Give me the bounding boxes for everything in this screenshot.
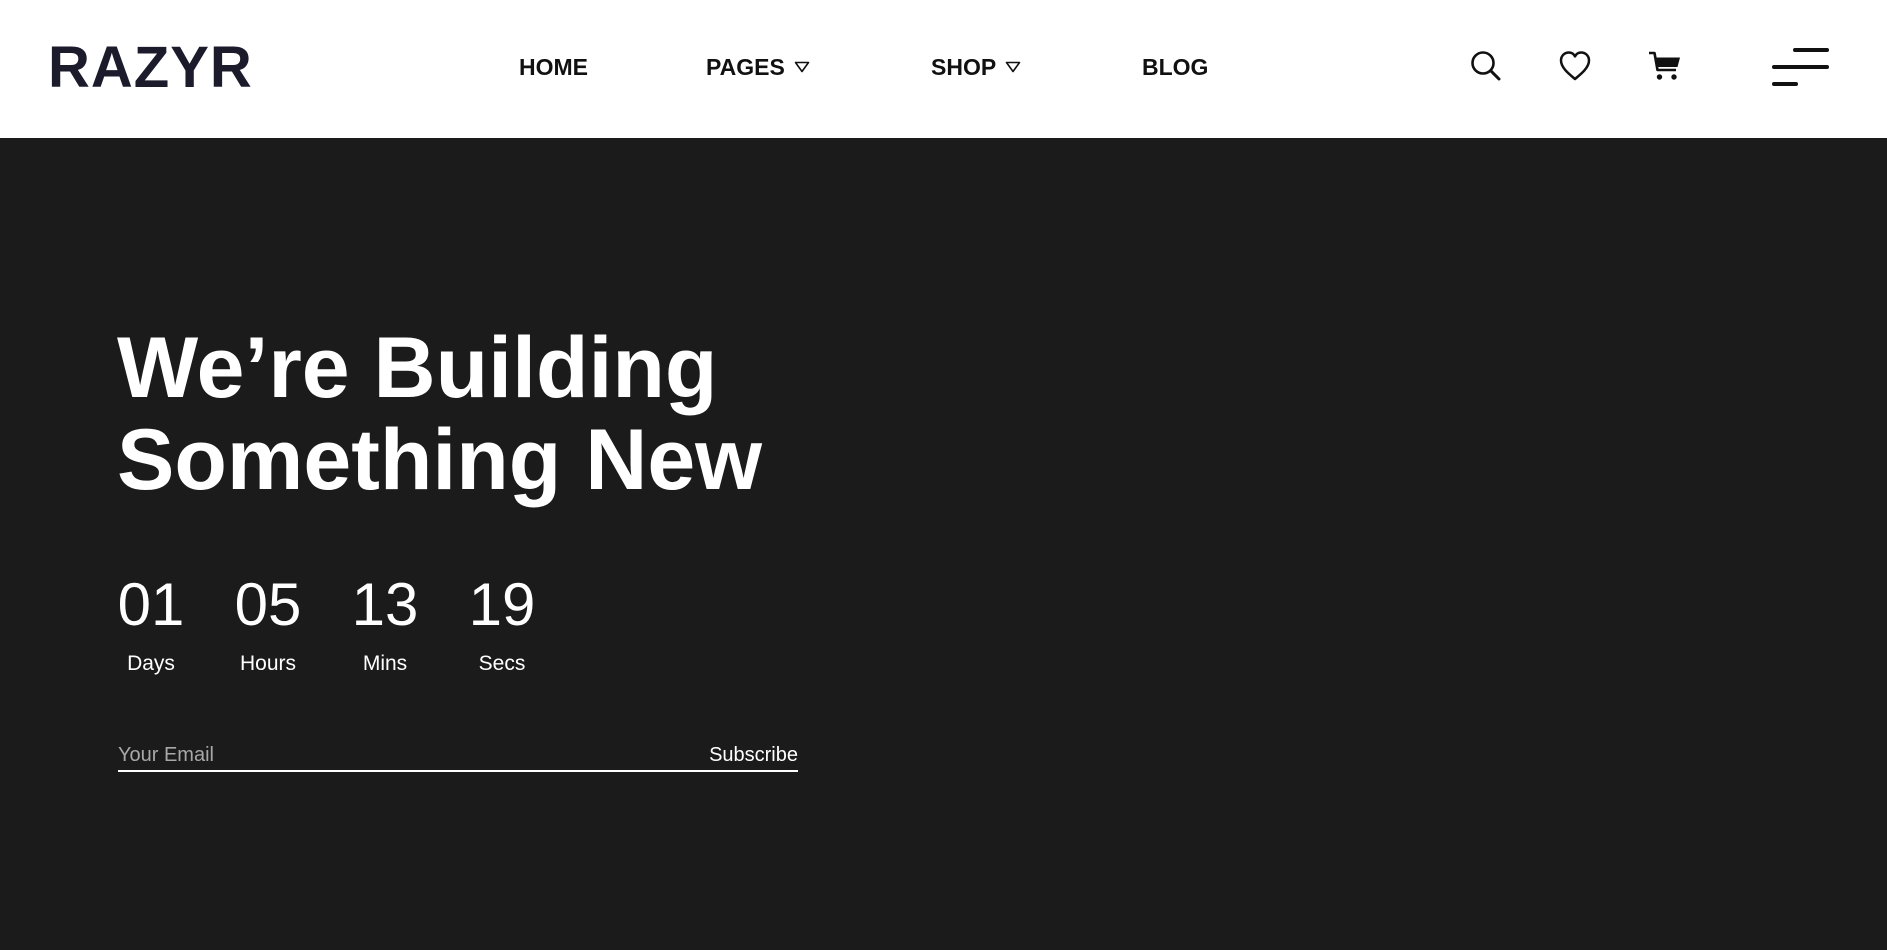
countdown-value: 19: [468, 571, 536, 638]
countdown-label: Hours: [239, 652, 297, 675]
countdown-days: 01 Days: [117, 570, 234, 677]
menu-icon[interactable]: [1769, 46, 1829, 90]
subscribe-form: Subscribe: [118, 740, 798, 772]
nav-item-pages[interactable]: PAGES: [706, 53, 810, 81]
countdown-timer: 01 Days 05 Hours 13 Mins 19 Secs: [117, 570, 585, 677]
headline-line: Something New: [117, 412, 763, 508]
search-icon[interactable]: [1468, 48, 1504, 84]
countdown-value: 01: [117, 571, 185, 638]
countdown-label: Mins: [362, 652, 408, 675]
countdown-label: Days: [127, 652, 175, 675]
nav-item-label: PAGES: [706, 54, 785, 80]
chevron-down-icon: [794, 61, 810, 73]
headline-line: We’re Building: [117, 320, 718, 416]
site-logo[interactable]: RAZYR: [48, 34, 253, 102]
nav-item-label: BLOG: [1142, 54, 1209, 80]
countdown-hours: 05 Hours: [234, 570, 351, 677]
nav-item-home[interactable]: HOME: [519, 53, 588, 81]
chevron-down-icon: [1005, 61, 1021, 73]
countdown-value: 13: [351, 571, 419, 638]
countdown-label: Secs: [478, 652, 526, 675]
cart-icon[interactable]: [1647, 48, 1683, 84]
hero-section: We’re Building Something New 01 Days 05 …: [0, 138, 1887, 950]
site-header: RAZYR HOME PAGES SHOP BLOG: [0, 0, 1887, 138]
countdown-secs: 19 Secs: [468, 570, 585, 677]
countdown-mins: 13 Mins: [351, 570, 468, 677]
countdown-value: 05: [234, 571, 302, 638]
heart-icon[interactable]: [1557, 48, 1593, 84]
nav-item-label: SHOP: [931, 54, 997, 80]
subscribe-button[interactable]: Subscribe: [709, 740, 798, 770]
email-field[interactable]: [118, 740, 710, 770]
nav-item-shop[interactable]: SHOP: [931, 53, 1021, 81]
hero-headline: We’re Building Something New: [117, 322, 877, 506]
nav-item-label: HOME: [519, 54, 588, 80]
nav-item-blog[interactable]: BLOG: [1142, 53, 1208, 81]
